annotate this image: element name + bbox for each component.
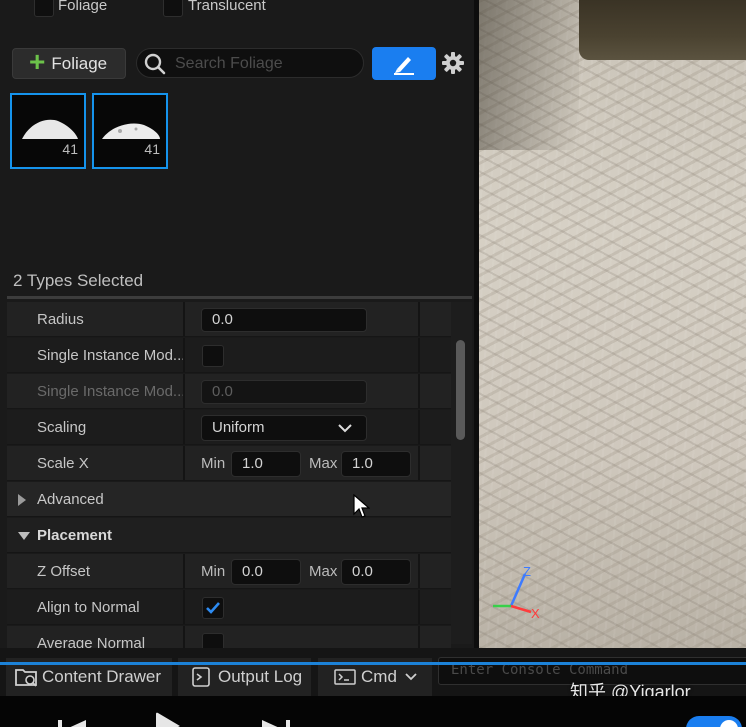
cmd-label: Cmd [361,667,397,686]
chevron-down-icon [338,424,352,433]
single-instance-mode-row: Single Instance Mod... [7,338,451,373]
align-to-normal-row: Align to Normal [7,590,451,625]
translucent-filter-label: Translucent [188,0,266,14]
axis-gizmo-icon: Z X [493,564,540,621]
scale-x-min-field[interactable]: 1.0 [231,451,301,477]
foliage-filter-checkbox[interactable] [34,0,54,17]
editor-bottom-bar: Content Drawer Output Log Cmd 知乎 @Yigarl… [0,648,746,702]
level-viewport[interactable]: Z X [479,0,746,648]
add-foliage-label: Foliage [51,53,108,73]
align-to-normal-label: Align to Normal [37,599,140,616]
scaling-row: Scaling Uniform [7,410,451,445]
search-icon [143,52,167,81]
single-instance-mode-value-label: Single Instance Mod... [37,383,186,400]
scale-x-label: Scale X [37,455,89,472]
add-foliage-button[interactable]: + Foliage [12,48,126,79]
average-normal-label: Average Normal [37,635,146,648]
video-progress-bar[interactable] [0,662,746,665]
foliage-filter-label: Foliage [58,0,108,14]
types-selected-label: 2 Types Selected [13,271,144,290]
viewport-rock-mesh [579,0,746,60]
advanced-section-title: Advanced [37,491,104,508]
skip-back-icon[interactable] [56,718,90,727]
settings-gear-icon[interactable] [440,50,466,76]
gizmo-z-label: Z [523,564,531,579]
terminal-icon [334,669,356,685]
video-player-controls [0,696,746,727]
single-instance-mode-label: Single Instance Mod... [37,347,186,364]
instance-count: 41 [144,141,160,157]
skip-forward-icon[interactable] [258,718,292,727]
details-scrollbar-thumb[interactable] [456,340,465,440]
radius-row: Radius 0.0 [7,302,451,337]
z-offset-max-label: Max [309,563,338,580]
z-offset-min-field[interactable]: 0.0 [231,559,301,585]
content-drawer-icon [15,669,37,687]
paint-brush-icon [394,57,414,75]
panel-divider[interactable] [7,296,472,299]
z-offset-row: Z Offset Min 0.0 Max 0.0 [7,554,451,589]
single-instance-mode-value-row: Single Instance Mod... 0.0 [7,374,451,409]
checkmark-icon [206,602,220,614]
average-normal-row: Average Normal [7,626,451,648]
z-offset-min-label: Min [201,563,226,580]
output-log-label: Output Log [218,667,303,686]
scale-x-max-label: Max [309,455,338,472]
filter-strip: Foliage Translucent [0,0,474,22]
average-normal-checkbox[interactable] [202,633,224,648]
z-offset-max-field[interactable]: 0.0 [341,559,411,585]
scaling-dropdown-value: Uniform [212,419,265,436]
content-drawer-label: Content Drawer [42,667,162,686]
scale-x-min-label: Min [201,455,226,472]
placement-section-header[interactable]: Placement [7,518,451,553]
search-foliage-input[interactable] [173,53,357,75]
z-offset-label: Z Offset [37,563,91,580]
foliage-panel: Foliage Translucent + Foliage Search Fol… [0,0,474,648]
mouse-cursor-icon [353,494,370,518]
scaling-label: Scaling [37,419,87,436]
plus-icon: + [29,46,46,77]
radius-field[interactable]: 0.0 [201,308,367,332]
search-foliage-box[interactable] [136,48,364,78]
foliage-type-thumbnail[interactable]: 41 [10,93,86,169]
single-instance-mode-checkbox[interactable] [202,345,224,367]
viewport-shadow [479,0,579,150]
radius-label: Radius [37,311,84,328]
align-to-normal-checkbox[interactable] [202,597,224,619]
advanced-section-header[interactable]: Advanced [7,482,451,517]
toggle-switch[interactable] [686,716,742,727]
chevron-down-icon [405,673,417,681]
paint-mode-button[interactable] [372,47,436,80]
scale-x-max-field[interactable]: 1.0 [341,451,411,477]
scaling-dropdown[interactable]: Uniform [201,415,367,441]
chevron-right-icon [18,494,26,506]
scale-x-row: Scale X Min 1.0 Max 1.0 [7,446,451,481]
single-instance-mode-value-field: 0.0 [201,380,367,404]
chevron-down-icon [18,532,30,540]
output-log-icon [192,667,210,687]
translucent-filter-checkbox[interactable] [163,0,183,17]
play-icon[interactable] [152,712,182,727]
foliage-type-thumbnail[interactable]: 41 [92,93,168,169]
instance-count: 41 [62,141,78,157]
gizmo-x-label: X [531,606,540,621]
placement-section-title: Placement [37,527,113,544]
